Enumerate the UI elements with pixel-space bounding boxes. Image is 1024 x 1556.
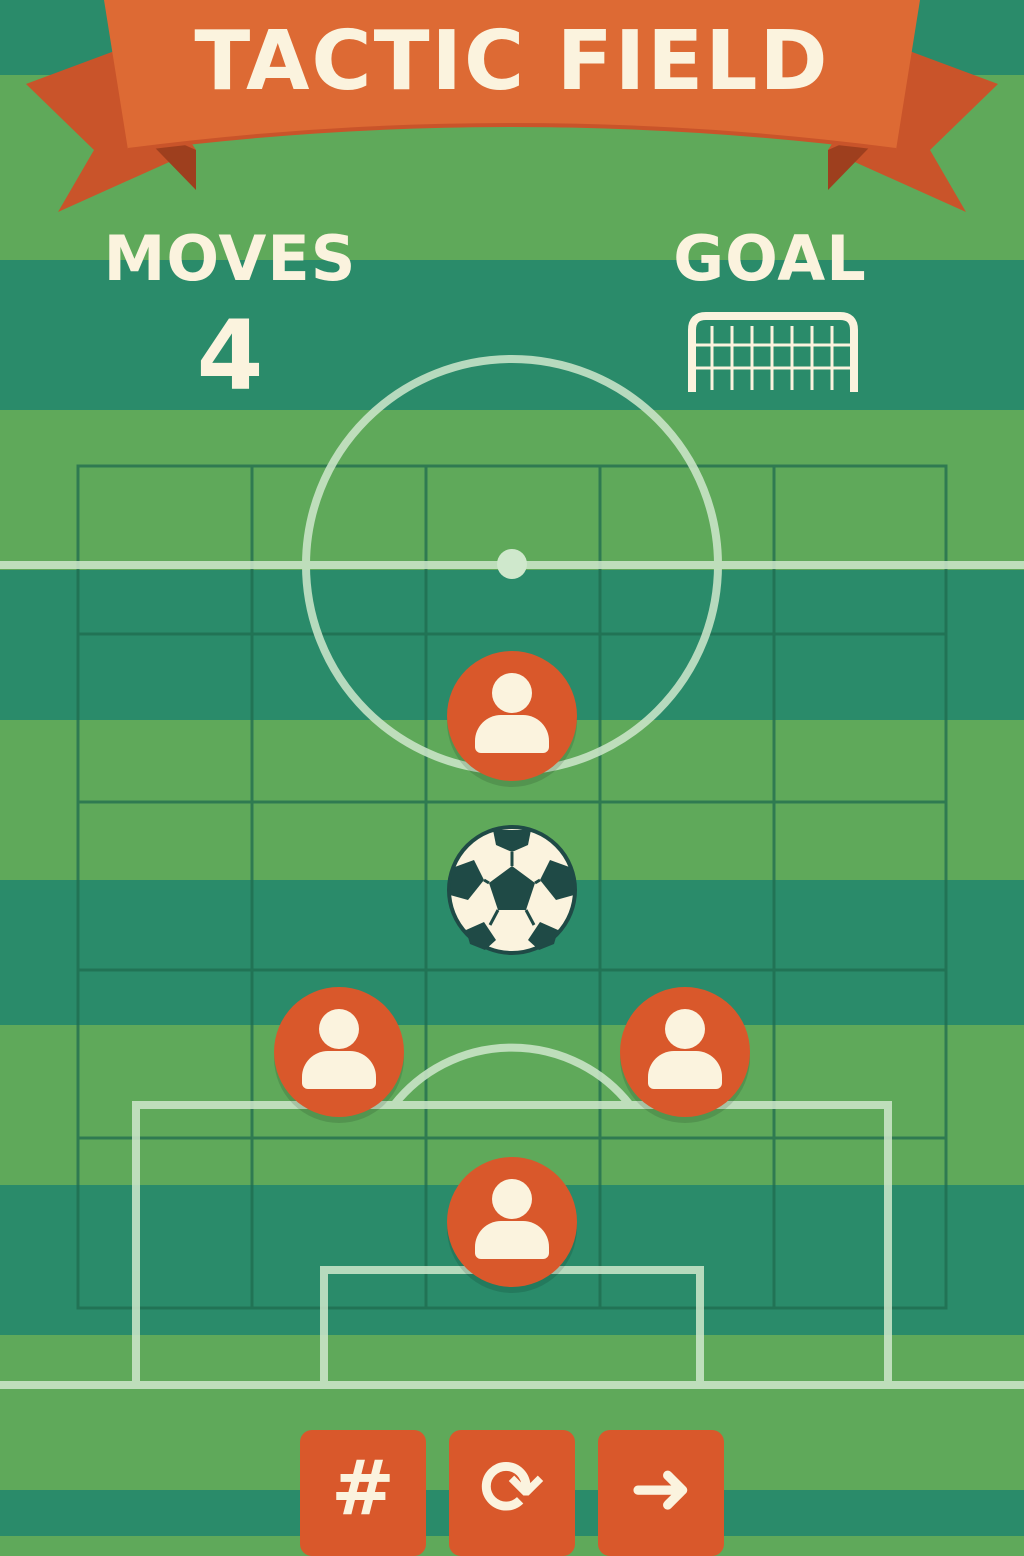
center-spot <box>497 549 527 579</box>
restart-button[interactable]: ⟳ <box>449 1430 575 1556</box>
grid-button[interactable]: # <box>300 1430 426 1556</box>
player-piece[interactable] <box>274 987 404 1117</box>
player-piece[interactable] <box>620 987 750 1117</box>
goal-label: GOAL <box>673 222 867 295</box>
person-icon-body <box>475 715 549 753</box>
penalty-arc <box>390 1043 634 1108</box>
person-icon-body <box>475 1221 549 1259</box>
game-title: TACTIC FIELD <box>194 14 830 109</box>
person-icon-head <box>319 1009 359 1049</box>
person-icon-head <box>492 673 532 713</box>
person-icon-head <box>492 1179 532 1219</box>
player-piece[interactable] <box>447 651 577 781</box>
person-icon-head <box>665 1009 705 1049</box>
person-icon-body <box>648 1051 722 1089</box>
moves-counter: 4 <box>196 300 264 412</box>
moves-label: MOVES <box>103 222 357 295</box>
ball[interactable] <box>449 827 575 953</box>
restart-icon: ⟳ <box>480 1443 544 1532</box>
goal-net-icon <box>688 312 858 392</box>
arrow-right-icon: ➜ <box>629 1443 693 1532</box>
person-icon-body <box>302 1051 376 1089</box>
hash-icon: # <box>331 1443 395 1532</box>
next-button[interactable]: ➜ <box>598 1430 724 1556</box>
player-piece[interactable] <box>447 1157 577 1287</box>
goal-box <box>320 1266 704 1389</box>
